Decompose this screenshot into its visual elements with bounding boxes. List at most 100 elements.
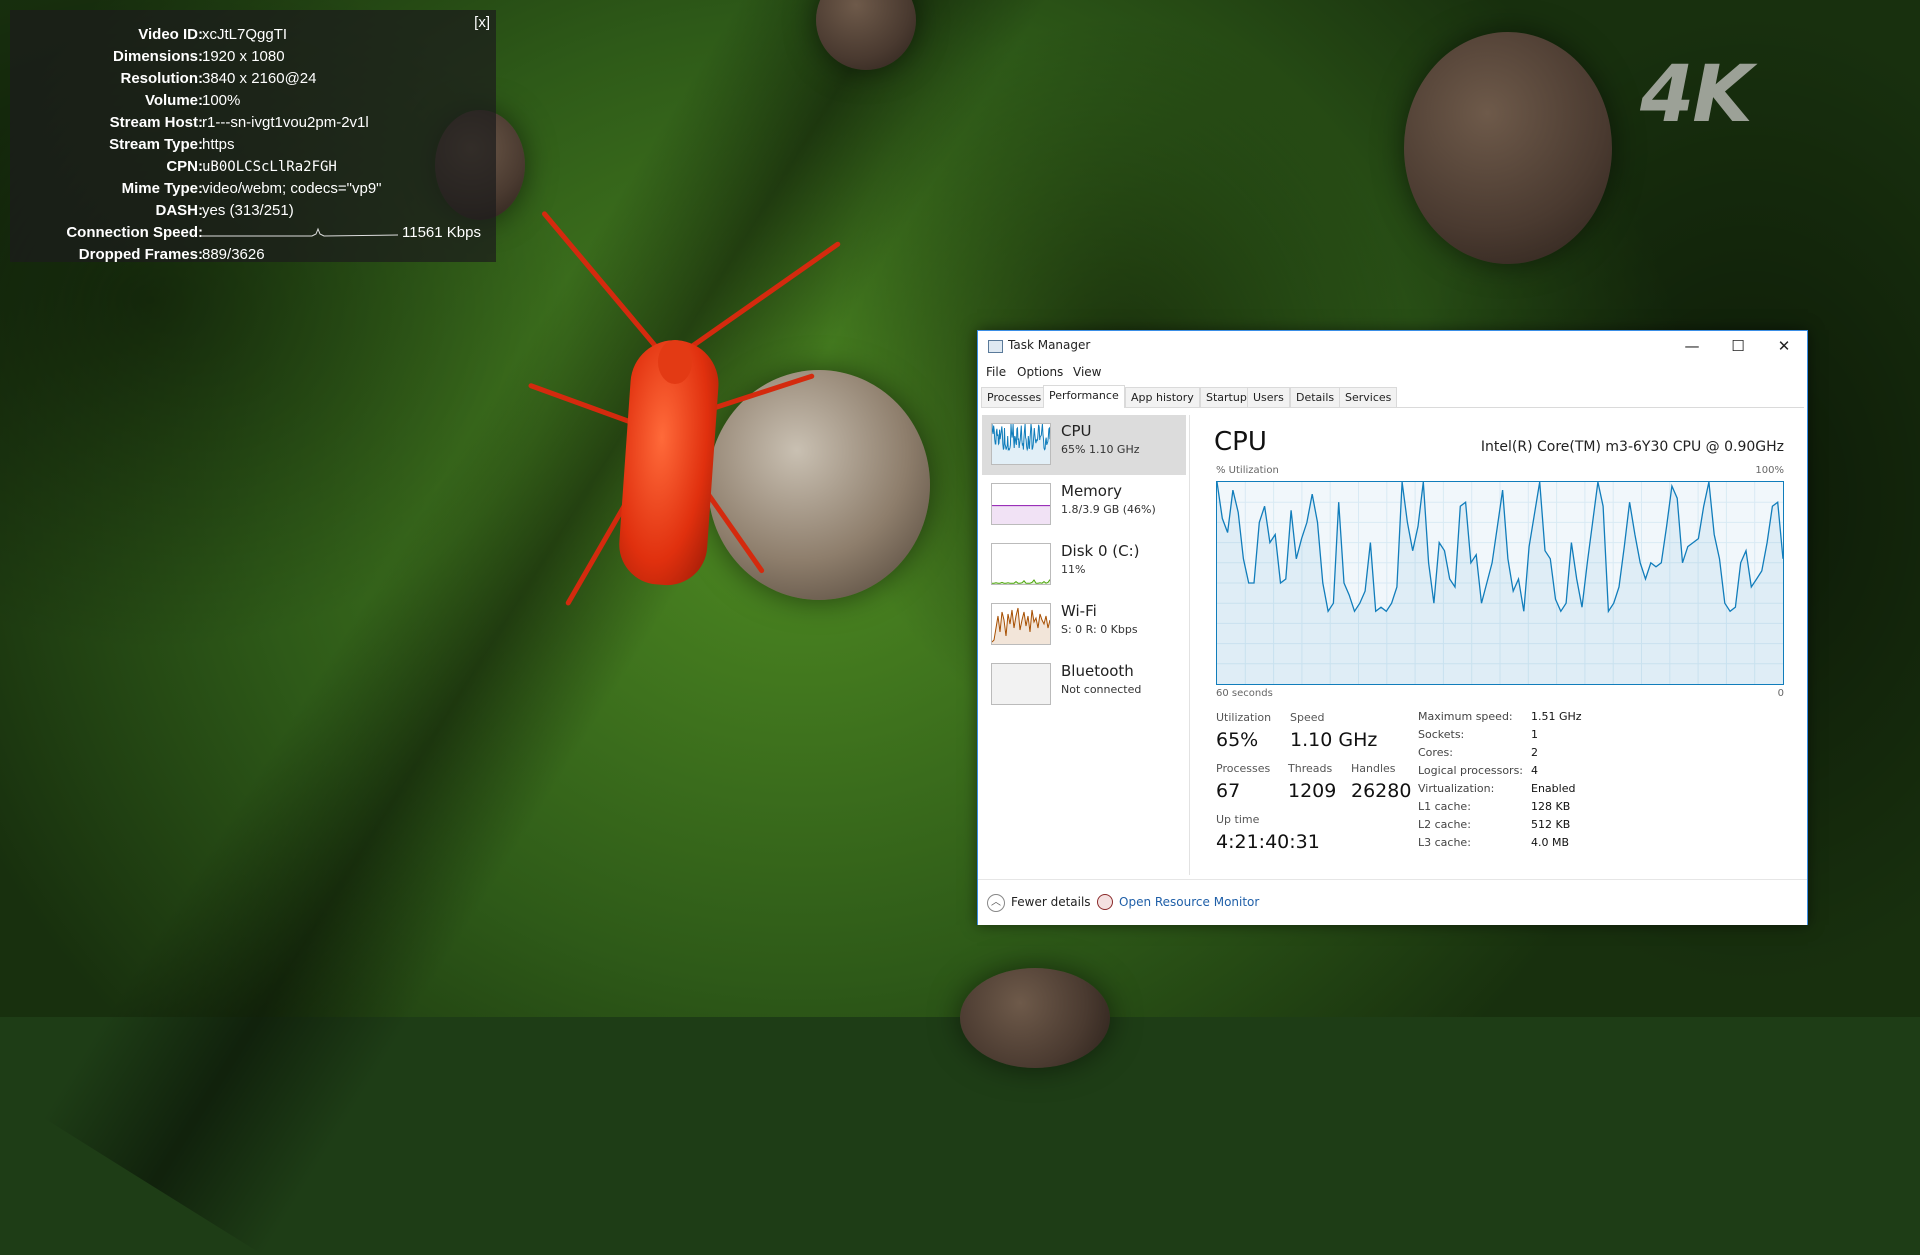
sidebar-item-summary: 11% [1061,563,1086,576]
cpu-heading: CPU [1214,427,1267,457]
stats-row-value: 11561 Kbps [402,224,481,241]
tab-users[interactable]: Users [1247,387,1290,407]
spec-label: Virtualization: [1418,782,1495,795]
stats-row-label: Dropped Frames: [78,246,203,263]
stats-for-nerds-panel: [x] Video ID: xcJtL7QggTI Dimensions: 1920 … [10,10,496,263]
spec-value: 1 [1531,728,1538,741]
stats-row-value: 100% [202,92,241,109]
tab-details[interactable]: Details [1290,387,1341,407]
stats-row-value: video/webm; codecs="vp9" [202,180,382,197]
bluetooth-thumbnail-graph [991,663,1051,705]
spec-label: L2 cache: [1418,818,1471,831]
spec-value: 512 KB [1531,818,1571,831]
red-bug-head [658,340,692,384]
processes-label: Processes [1216,762,1271,775]
stats-row: Dimensions: 1920 x 1080 [10,46,496,68]
menu-file[interactable]: File [986,365,1006,379]
stats-row-label: Resolution: [120,70,204,87]
tab-startup[interactable]: Startup [1200,387,1253,407]
memory-thumbnail-graph [991,483,1051,525]
stats-row-value: uB0OLCScLlRa2FGH [202,159,337,175]
stats-row-value: r1---sn-ivgt1vou2pm-2v1l [202,114,369,131]
spec-value: 4 [1531,764,1538,777]
x-axis-right-label: 0 [1777,688,1784,699]
title-bar[interactable]: Task Manager — ☐ ✕ [978,331,1807,361]
task-manager-window[interactable]: Task Manager — ☐ ✕ File Options View Pro… [977,330,1808,925]
sparkline-path [202,227,398,237]
sidebar-item-label: Wi-Fi [1061,602,1097,620]
task-manager-icon [988,340,1003,353]
fewer-details-button[interactable]: Fewer details [1011,895,1091,909]
cpu-utilization-graph [1216,481,1784,685]
sidebar-item-summary: 1.8/3.9 GB (46%) [1061,503,1156,516]
footer-bar: ︿ Fewer details Open Resource Monitor [978,879,1807,925]
sidebar-item-cpu[interactable]: CPU 65% 1.10 GHz [982,415,1186,475]
stats-row-value: 3840 x 2160@24 [202,70,317,87]
stats-row-value: 889/3626 [202,246,265,263]
stats-row: Mime Type: video/webm; codecs="vp9" [10,178,496,200]
stats-row: Stream Host: r1---sn-ivgt1vou2pm-2v1l [10,112,496,134]
stats-row-label: Stream Host: [109,114,203,131]
stats-row: Video ID: xcJtL7QggTI [10,24,496,46]
stats-row: CPN: uB0OLCScLlRa2FGH [10,156,496,178]
uptime-label: Up time [1216,813,1260,826]
seed-pod [1404,32,1612,264]
spec-value: 2 [1531,746,1538,759]
disk-thumbnail-graph [991,543,1051,585]
close-button[interactable]: ✕ [1761,331,1807,361]
spec-label: Logical processors: [1418,764,1524,777]
stats-row-label: Video ID: [138,26,203,43]
tab-app-history[interactable]: App history [1125,387,1200,407]
spec-label: L3 cache: [1418,836,1471,849]
seed-pod [708,370,930,600]
tab-performance[interactable]: Performance [1043,385,1125,408]
y-axis-max-label: 100% [1755,465,1784,476]
stats-row: Stream Type: https [10,134,496,156]
threads-value: 1209 [1288,780,1337,802]
threads-label: Threads [1288,762,1333,775]
sidebar-divider [1189,415,1190,875]
seed-pod [960,968,1110,1068]
tab-processes[interactable]: Processes [981,387,1048,407]
sidebar-item-memory[interactable]: Memory 1.8/3.9 GB (46%) [982,475,1186,535]
wifi-thumbnail-graph [991,603,1051,645]
stats-row-label: DASH: [155,202,204,219]
stats-row: Connection Speed: 11561 Kbps [10,222,496,244]
thumbnail-line [992,579,1050,584]
open-resource-monitor-link[interactable]: Open Resource Monitor [1119,895,1259,909]
sidebar-item-wifi[interactable]: Wi-Fi S: 0 R: 0 Kbps [982,595,1186,655]
sidebar-item-bluetooth[interactable]: Bluetooth Not connected [982,655,1186,715]
spec-value: 1.51 GHz [1531,710,1582,723]
sidebar-item-summary: Not connected [1061,683,1142,696]
stats-row-label: CPN: [166,158,203,175]
4k-logo: 4K [1640,50,1753,140]
menu-options[interactable]: Options [1017,365,1063,379]
stats-row-label: Mime Type: [121,180,203,197]
stats-row-label: Dimensions: [112,48,203,65]
menu-view[interactable]: View [1073,365,1101,379]
y-axis-label: % Utilization [1216,465,1279,476]
stats-row-value: yes (313/251) [202,202,294,219]
spec-value: 128 KB [1531,800,1571,813]
stats-row: Dropped Frames: 889/3626 [10,244,496,266]
window-title: Task Manager [1008,338,1091,352]
speed-value: 1.10 GHz [1290,729,1378,751]
stats-row-label: Volume: [144,92,203,109]
minimize-button[interactable]: — [1669,331,1715,361]
stats-row-value: xcJtL7QggTI [202,26,288,43]
speed-label: Speed [1290,711,1325,724]
sidebar-item-summary: 65% 1.10 GHz [1061,443,1140,456]
cpu-model-name: Intel(R) Core(TM) m3-6Y30 CPU @ 0.90GHz [1480,439,1784,455]
thumbnail-area [992,505,1050,524]
x-axis-left-label: 60 seconds [1216,688,1273,699]
stats-row-value: https [202,136,235,153]
stats-row-label: Connection Speed: [66,224,203,241]
maximize-button[interactable]: ☐ [1715,331,1761,361]
performance-sidebar: CPU 65% 1.10 GHz Memory 1.8/3.9 GB (46%)… [982,415,1186,875]
resource-monitor-icon [1097,894,1113,910]
sidebar-item-disk[interactable]: Disk 0 (C:) 11% [982,535,1186,595]
tab-services[interactable]: Services [1339,387,1398,407]
sidebar-item-label: CPU [1061,422,1092,440]
chevron-up-icon[interactable]: ︿ [987,894,1005,912]
spec-label: Cores: [1418,746,1453,759]
